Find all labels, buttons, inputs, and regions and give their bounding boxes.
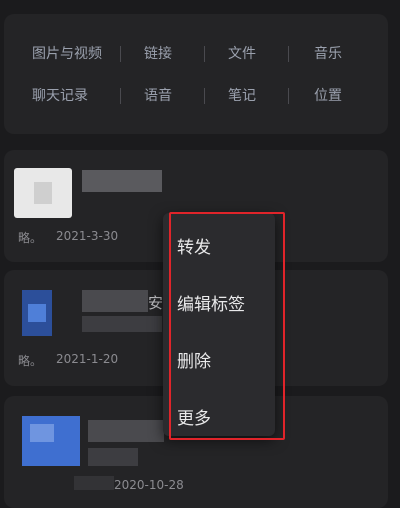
item-source: 略。: [18, 231, 43, 245]
menu-item-delete[interactable]: 删除: [177, 347, 211, 372]
filter-divider: [120, 88, 121, 104]
filter-row-2: 聊天记录 语音 笔记 位置: [4, 84, 388, 108]
filter-row-1: 图片与视频 链接 文件 音乐: [4, 42, 388, 66]
blurred-subtitle: [88, 448, 138, 466]
filter-divider: [288, 88, 289, 104]
blurred-title: [82, 170, 162, 192]
item-title-fragment: 安: [148, 294, 164, 312]
blurred-title: [88, 420, 164, 442]
filter-chat-history[interactable]: 聊天记录: [32, 84, 88, 108]
filter-divider: [120, 46, 121, 62]
item-date: 2021-3-30: [56, 229, 119, 243]
filter-files[interactable]: 文件: [228, 42, 256, 66]
filter-divider: [204, 88, 205, 104]
thumbnail-blur-block: [34, 182, 52, 204]
menu-item-more[interactable]: 更多: [177, 404, 211, 429]
thumbnail-blur-block: [30, 424, 54, 442]
filter-divider: [204, 46, 205, 62]
filter-divider: [288, 46, 289, 62]
context-menu: 转发 编辑标签 删除 更多: [163, 213, 275, 436]
filter-images-videos[interactable]: 图片与视频: [32, 42, 102, 66]
menu-item-edit-tags[interactable]: 编辑标签: [177, 290, 245, 315]
filter-notes[interactable]: 笔记: [228, 84, 256, 108]
menu-item-forward[interactable]: 转发: [177, 233, 211, 258]
category-filter-panel: 图片与视频 链接 文件 音乐 聊天记录 语音 笔记 位置: [4, 14, 388, 134]
item-thumbnail: [22, 416, 80, 466]
item-source: 略。: [18, 354, 43, 368]
blurred-subtitle: [82, 316, 162, 332]
thumbnail-blur-block: [28, 304, 46, 322]
item-thumbnail: [22, 290, 52, 336]
filter-voice[interactable]: 语音: [144, 84, 172, 108]
filter-location[interactable]: 位置: [314, 84, 342, 108]
item-thumbnail: [14, 168, 72, 218]
blurred-source: [74, 476, 114, 490]
filter-music[interactable]: 音乐: [314, 42, 342, 66]
item-date: 2020-10-28: [114, 478, 184, 492]
filter-links[interactable]: 链接: [144, 42, 172, 66]
blurred-title: [82, 290, 148, 312]
item-date: 2021-1-20: [56, 352, 119, 366]
